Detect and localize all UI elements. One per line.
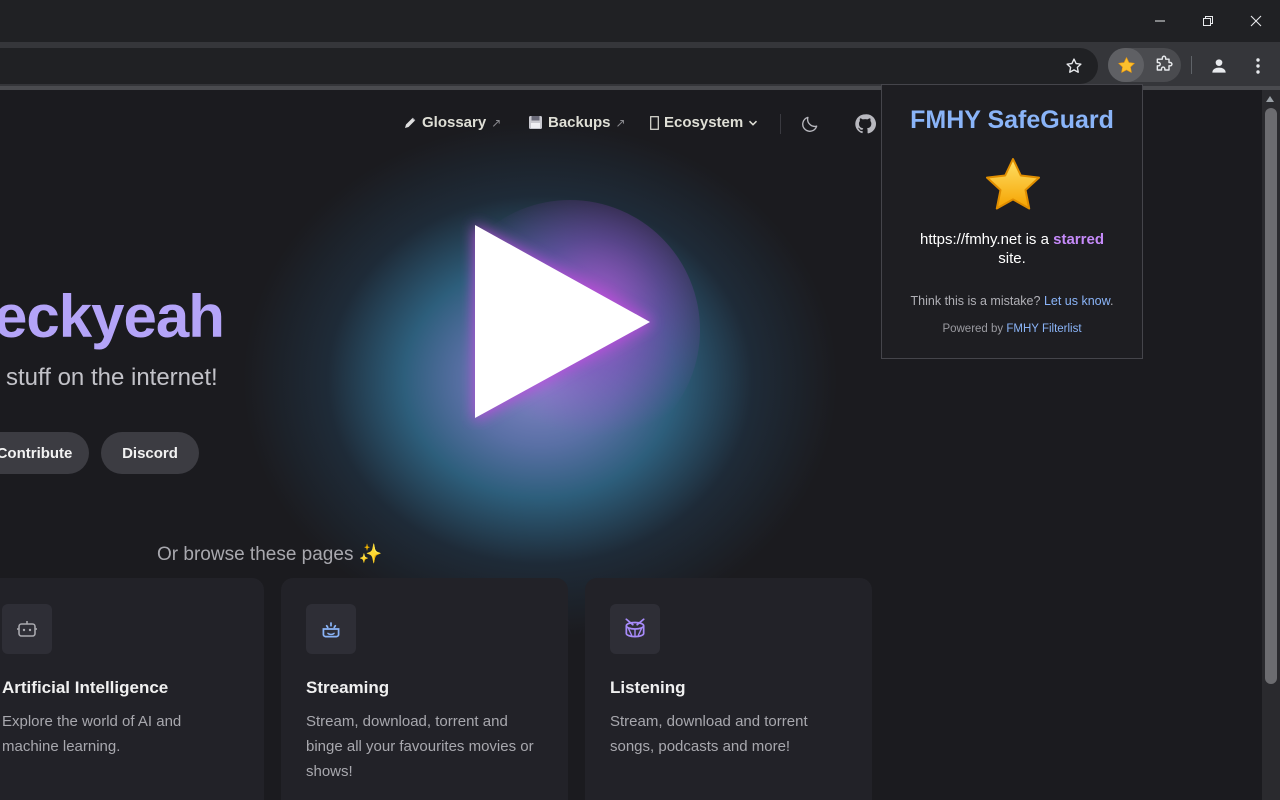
robot-icon <box>2 604 52 654</box>
let-us-know-link[interactable]: Let us know <box>1044 294 1110 308</box>
mistake-period: . <box>1109 294 1114 308</box>
card-listening[interactable]: Listening Stream, download and torrent s… <box>585 578 872 800</box>
card-title: Streaming <box>306 678 390 697</box>
powered-text: Powered by <box>942 323 1004 335</box>
github-icon[interactable] <box>853 112 877 136</box>
browser-titlebar <box>0 0 1280 42</box>
popup-mistake-line: Think this is a mistake? Let us know. <box>882 294 1142 308</box>
external-link-icon: ↗ <box>615 115 626 130</box>
card-streaming[interactable]: Streaming Stream, download, torrent and … <box>281 578 568 800</box>
hero-title: eckyeah <box>0 283 225 350</box>
popup-status-message: https://fmhy.net is a starred site. <box>892 230 1132 268</box>
status-url-text: https://fmhy.net is a <box>920 231 1049 248</box>
nav-divider <box>780 114 781 134</box>
minimize-icon[interactable] <box>1136 0 1184 42</box>
pencil-icon <box>405 117 416 128</box>
scroll-up-arrow-icon[interactable] <box>1266 96 1274 102</box>
contribute-button[interactable]: Contribute <box>0 432 89 474</box>
popup-powered-line: Powered by FMHY Filterlist <box>882 323 1142 335</box>
address-bar[interactable] <box>0 48 1098 84</box>
card-artificial-intelligence[interactable]: Artificial Intelligence Explore the worl… <box>0 578 264 800</box>
card-title: Listening <box>610 678 686 697</box>
star-icon <box>1117 56 1135 73</box>
fmhy-safeguard-popup: FMHY SafeGuard https://fmhy.net is a sta… <box>881 84 1143 359</box>
browser-menu-icon[interactable] <box>1246 54 1270 78</box>
fmhy-safeguard-extension-button[interactable] <box>1108 48 1144 82</box>
nav-ecosystem-label: Ecosystem <box>664 114 744 131</box>
mistake-text: Think this is a mistake? <box>910 294 1041 308</box>
card-description: Stream, download and torrent songs, podc… <box>610 713 808 755</box>
bookmark-star-icon[interactable] <box>1062 54 1086 78</box>
missing-glyph-icon <box>650 115 659 130</box>
card-description: Stream, download, torrent and binge all … <box>306 713 534 780</box>
profile-avatar-icon[interactable] <box>1207 54 1231 78</box>
nav-ecosystem-dropdown[interactable]: Ecosystem <box>650 114 758 131</box>
starred-status-icon <box>986 158 1040 210</box>
card-title: Artificial Intelligence <box>2 678 169 697</box>
extensions-puzzle-icon[interactable] <box>1152 53 1176 77</box>
browser-toolbar <box>0 42 1280 90</box>
hero-tagline: stuff on the internet! <box>6 364 218 391</box>
close-icon[interactable] <box>1232 0 1280 42</box>
fmhy-filterlist-link[interactable]: FMHY Filterlist <box>1006 323 1081 335</box>
card-description: Explore the world of AI and machine lear… <box>2 713 182 755</box>
scrollbar-thumb[interactable] <box>1265 108 1277 684</box>
discord-button[interactable]: Discord <box>101 432 199 474</box>
play-logo-icon <box>474 224 654 422</box>
chevron-down-icon <box>749 120 758 126</box>
browse-heading: Or browse these pages ✨ <box>157 544 383 565</box>
status-suffix-text: site. <box>998 250 1026 267</box>
popup-title: FMHY SafeGuard <box>910 106 1114 134</box>
status-starred-badge: starred <box>1053 231 1104 248</box>
toolbar-separator <box>1191 56 1192 74</box>
streaming-icon <box>306 604 356 654</box>
dark-mode-moon-icon[interactable] <box>798 112 822 136</box>
drum-icon <box>610 604 660 654</box>
restore-icon[interactable] <box>1184 0 1232 42</box>
